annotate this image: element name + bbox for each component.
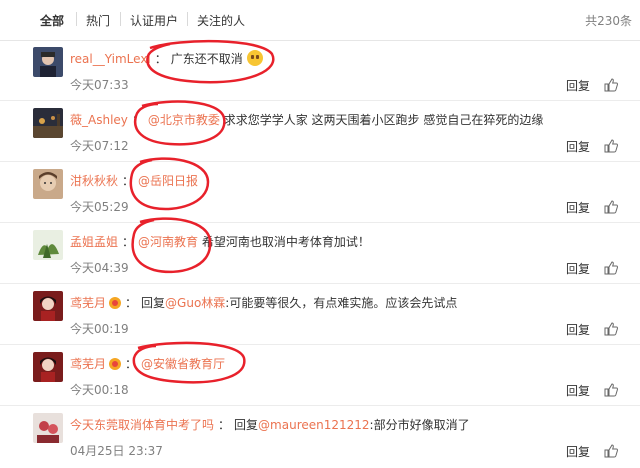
comment-time: 今天00:19 xyxy=(70,322,129,336)
avatar[interactable] xyxy=(33,413,63,443)
comment-mention[interactable]: @安徽省教育厅 xyxy=(141,357,225,371)
like-icon[interactable] xyxy=(604,139,618,153)
comment-time: 今天04:39 xyxy=(70,261,129,275)
avatar[interactable] xyxy=(33,108,63,138)
comment-time: 今天00:18 xyxy=(70,383,129,397)
vip-badge-icon xyxy=(109,358,122,370)
comment-line: 鸢芜月： @安徽省教育厅 xyxy=(70,357,226,371)
tab-verified[interactable]: 认证用户 xyxy=(130,12,178,29)
reply-button[interactable]: 回复 xyxy=(566,443,590,460)
like-icon[interactable] xyxy=(604,261,618,275)
reply-prefix: 回复 xyxy=(141,296,166,310)
vip-badge-icon xyxy=(109,297,122,309)
like-icon[interactable] xyxy=(604,383,618,397)
comment-username[interactable]: 鸢芜月 xyxy=(70,357,106,371)
avatar[interactable] xyxy=(33,352,63,382)
comment-username[interactable]: 泔秋秋秋 xyxy=(70,174,118,188)
comment-line: 孟姐孟姐： @河南教育 希望河南也取消中考体育加试！ xyxy=(70,235,370,249)
tab-divider xyxy=(76,12,77,26)
comment-time: 今天05:29 xyxy=(70,200,129,214)
comment-username[interactable]: 鸢芜月 xyxy=(70,296,106,310)
comment-mention[interactable]: @河南教育 xyxy=(138,235,198,249)
comment-text: 求求您学学人家 这两天围着小区跑步 感觉自己在猝死的边缘 xyxy=(219,113,544,127)
like-icon[interactable] xyxy=(604,322,618,336)
reply-button[interactable]: 回复 xyxy=(566,138,590,155)
avatar[interactable] xyxy=(33,169,63,199)
comment-count: 共230条 xyxy=(585,14,632,28)
comment-line: 薇_Ashley： @北京市教委 求求您学学人家 这两天围着小区跑步 感觉自己在猝… xyxy=(70,113,544,127)
reply-button[interactable]: 回复 xyxy=(566,382,590,399)
comment-username[interactable]: 今天东莞取消体育中考了吗 xyxy=(70,418,214,432)
reply-button[interactable]: 回复 xyxy=(566,260,590,277)
reply-button[interactable]: 回复 xyxy=(566,199,590,216)
comment-text: 希望河南也取消中考体育加试！ xyxy=(198,235,370,249)
comment-text: 广东还不取消 xyxy=(170,52,243,66)
comment-line: 今天东莞取消体育中考了吗：回复@maureen121212:部分市好像取消了 xyxy=(70,418,470,432)
comment-username[interactable]: 薇_Ashley xyxy=(70,113,128,127)
comment-row: 孟姐孟姐： @河南教育 希望河南也取消中考体育加试！ 今天04:39 回复 xyxy=(0,223,640,284)
comment-row: real__YimLexi：广东还不取消 今天07:33 回复 xyxy=(0,40,640,101)
comment-row: 今天东莞取消体育中考了吗：回复@maureen121212:部分市好像取消了 0… xyxy=(0,406,640,468)
comment-panel: 全部 热门 认证用户 关注的人 共230条 real__YimLexi：广东还不… xyxy=(0,0,640,468)
comment-time: 04月25日 23:37 xyxy=(70,444,163,458)
avatar[interactable] xyxy=(33,47,63,77)
tab-divider xyxy=(187,12,188,26)
tab-divider xyxy=(120,12,121,26)
reply-button[interactable]: 回复 xyxy=(566,77,590,94)
tab-hot[interactable]: 热门 xyxy=(86,12,110,29)
avatar[interactable] xyxy=(33,291,63,321)
avatar[interactable] xyxy=(33,230,63,260)
thinking-emoji-icon xyxy=(246,50,263,66)
like-icon[interactable] xyxy=(604,444,618,458)
comment-row: 鸢芜月：回复@Guo林霖:可能要等很久，有点难实施。应该会先试点 今天00:19… xyxy=(0,284,640,345)
reply-prefix: 回复 xyxy=(234,418,259,432)
tab-following[interactable]: 关注的人 xyxy=(197,12,245,29)
comment-username[interactable]: 孟姐孟姐 xyxy=(70,235,118,249)
comment-row: 薇_Ashley： @北京市教委 求求您学学人家 这两天围着小区跑步 感觉自己在猝… xyxy=(0,101,640,162)
comment-tabs: 全部 热门 认证用户 关注的人 共230条 xyxy=(0,0,640,41)
comment-time: 今天07:12 xyxy=(70,139,129,153)
reply-button[interactable]: 回复 xyxy=(566,321,590,338)
comment-line: 鸢芜月：回复@Guo林霖:可能要等很久，有点难实施。应该会先试点 xyxy=(70,296,458,310)
comment-row: 泔秋秋秋： @岳阳日报 今天05:29 回复 xyxy=(0,162,640,223)
comment-mention[interactable]: @北京市教委 xyxy=(148,113,220,127)
like-icon[interactable] xyxy=(604,78,618,92)
comment-line: 泔秋秋秋： @岳阳日报 xyxy=(70,174,199,188)
comment-line: real__YimLexi：广东还不取消 xyxy=(70,50,263,67)
tab-all[interactable]: 全部 xyxy=(40,12,64,29)
like-icon[interactable] xyxy=(604,200,618,214)
comment-text: :部分市好像取消了 xyxy=(369,418,470,432)
comment-username[interactable]: real__YimLexi xyxy=(70,52,151,66)
comment-text: :可能要等很久，有点难实施。应该会先试点 xyxy=(225,296,458,310)
comment-row: 鸢芜月： @安徽省教育厅 今天00:18 回复 xyxy=(0,345,640,406)
comment-mention[interactable]: @Guo林霖 xyxy=(165,296,225,310)
comment-mention[interactable]: @岳阳日报 xyxy=(138,174,198,188)
comment-time: 今天07:33 xyxy=(70,78,129,92)
comment-mention[interactable]: @maureen121212 xyxy=(258,418,370,432)
